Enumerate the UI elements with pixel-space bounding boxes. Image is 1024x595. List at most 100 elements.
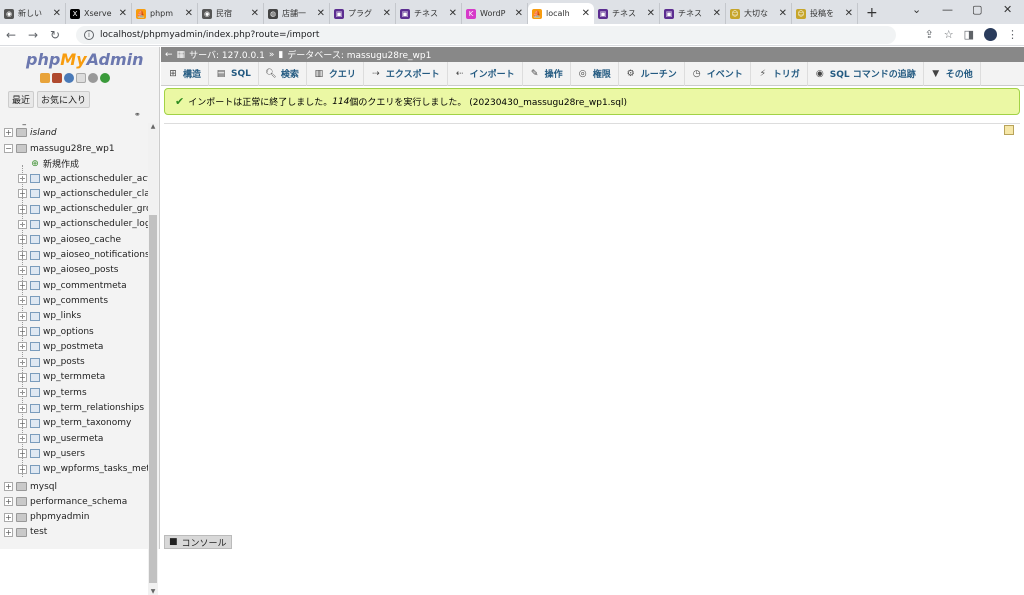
close-tab-icon[interactable]: ✕ bbox=[185, 8, 193, 19]
browser-tab[interactable]: ☺ 投稿を ✕ bbox=[792, 3, 858, 24]
forward-icon[interactable]: → bbox=[22, 28, 44, 42]
close-tab-icon[interactable]: ✕ bbox=[582, 8, 590, 19]
table-name[interactable]: wp_term_relationships bbox=[43, 403, 144, 413]
scrollbar-thumb[interactable] bbox=[149, 215, 157, 583]
tree-table[interactable]: + wp_actionscheduler_gro bbox=[18, 202, 148, 217]
close-window-icon[interactable]: ✕ bbox=[1003, 3, 1012, 16]
tree-table[interactable]: + wp_wpforms_tasks_met bbox=[18, 462, 148, 477]
settings-icon[interactable] bbox=[88, 73, 98, 83]
close-tab-icon[interactable]: ✕ bbox=[845, 8, 853, 19]
url-input[interactable]: i localhost/phpmyadmin/index.php?route=/… bbox=[76, 26, 896, 44]
expand-icon[interactable]: + bbox=[4, 497, 13, 507]
menu-tab[interactable]: ◎ 権限 bbox=[571, 61, 619, 86]
database-name[interactable]: performance_schema bbox=[30, 497, 127, 507]
help-icon[interactable] bbox=[64, 73, 74, 83]
bookmark-star-icon[interactable]: ☆ bbox=[944, 28, 954, 41]
breadcrumb-database[interactable]: データベース: massugu28re_wp1 bbox=[287, 48, 431, 61]
close-tab-icon[interactable]: ✕ bbox=[779, 8, 787, 19]
link-icon[interactable]: ⚭ bbox=[134, 110, 141, 119]
table-name[interactable]: wp_postmeta bbox=[43, 342, 103, 352]
expand-icon[interactable]: + bbox=[4, 512, 13, 522]
tab-search-icon[interactable]: ⌄ bbox=[912, 3, 921, 16]
table-name[interactable]: wp_commentmeta bbox=[43, 281, 127, 291]
tree-table[interactable]: + wp_term_relationships bbox=[18, 401, 144, 416]
new-table-label[interactable]: 新規作成 bbox=[43, 157, 79, 170]
browser-tab[interactable]: ▣ プラグ ✕ bbox=[330, 3, 396, 24]
browser-tab[interactable]: ⛵ phpm ✕ bbox=[132, 3, 198, 24]
table-name[interactable]: wp_usermeta bbox=[43, 434, 103, 444]
table-name[interactable]: wp_wpforms_tasks_met bbox=[43, 464, 148, 474]
tree-database[interactable]: + test bbox=[4, 525, 47, 540]
menu-tab[interactable]: ▤ SQL bbox=[209, 61, 259, 86]
docs-icon[interactable] bbox=[76, 73, 86, 83]
breadcrumb-server[interactable]: サーバ: 127.0.0.1 bbox=[189, 48, 265, 61]
menu-tab[interactable]: 🔍︎ 検索 bbox=[259, 61, 307, 86]
page-settings-icon[interactable] bbox=[1004, 125, 1014, 135]
close-tab-icon[interactable]: ✕ bbox=[383, 8, 391, 19]
close-tab-icon[interactable]: ✕ bbox=[515, 8, 523, 19]
tree-table[interactable]: + wp_posts bbox=[18, 355, 85, 370]
menu-tab[interactable]: ✎ 操作 bbox=[523, 61, 571, 86]
table-name[interactable]: wp_aioseo_notifications bbox=[43, 250, 148, 260]
home-icon[interactable] bbox=[40, 73, 50, 83]
table-name[interactable]: wp_options bbox=[43, 327, 94, 337]
table-name[interactable]: wp_aioseo_posts bbox=[43, 265, 118, 275]
menu-tab[interactable]: ▥ クエリ bbox=[307, 61, 364, 86]
close-tab-icon[interactable]: ✕ bbox=[119, 8, 127, 19]
tree-table[interactable]: + wp_aioseo_cache bbox=[18, 232, 121, 247]
collapse-arrow-icon[interactable]: ← bbox=[165, 50, 173, 60]
expand-icon[interactable]: + bbox=[4, 128, 13, 137]
database-name[interactable]: massugu28re_wp1 bbox=[30, 144, 115, 154]
menu-tab[interactable]: ◉ SQL コマンドの追跡 bbox=[808, 61, 924, 86]
menu-tab[interactable]: ⊞ 構造 bbox=[161, 61, 210, 86]
side-panel-icon[interactable]: ◨ bbox=[964, 28, 974, 41]
menu-tab[interactable]: ⇠ インポート bbox=[448, 61, 523, 86]
browser-tab[interactable]: X Xserve ✕ bbox=[66, 3, 132, 24]
browser-tab[interactable]: ◉ 新しい ✕ bbox=[0, 3, 66, 24]
maximize-icon[interactable]: ▢ bbox=[972, 3, 982, 16]
close-tab-icon[interactable]: ✕ bbox=[647, 8, 655, 19]
table-name[interactable]: wp_actionscheduler_log bbox=[43, 219, 148, 229]
database-name[interactable]: island bbox=[30, 128, 57, 138]
browser-tab[interactable]: K WordP ✕ bbox=[462, 3, 528, 24]
tree-table[interactable]: + wp_terms bbox=[18, 385, 87, 400]
tree-table[interactable]: + wp_commentmeta bbox=[18, 278, 127, 293]
close-tab-icon[interactable]: ✕ bbox=[317, 8, 325, 19]
expand-icon[interactable]: + bbox=[4, 527, 13, 537]
share-icon[interactable]: ⇪ bbox=[925, 28, 934, 41]
browser-tab[interactable]: ◉ 民宿 ✕ bbox=[198, 3, 264, 24]
database-name[interactable]: test bbox=[30, 527, 47, 537]
table-name[interactable]: wp_aioseo_cache bbox=[43, 235, 121, 245]
minimize-icon[interactable]: — bbox=[942, 3, 953, 16]
table-name[interactable]: wp_actionscheduler_gro bbox=[43, 204, 148, 214]
tree-table[interactable]: + wp_aioseo_posts bbox=[18, 263, 118, 278]
recent-tab[interactable]: 最近 bbox=[8, 91, 35, 108]
tree-database[interactable]: + island bbox=[4, 125, 57, 140]
table-name[interactable]: wp_term_taxonomy bbox=[43, 418, 131, 428]
menu-tab[interactable]: ▼ その他 bbox=[924, 61, 981, 86]
site-info-icon[interactable]: i bbox=[84, 30, 94, 40]
collapse-icon[interactable]: − bbox=[4, 144, 13, 153]
menu-tab[interactable]: ⚡ トリガ bbox=[751, 61, 808, 86]
new-tab-button[interactable]: + bbox=[858, 3, 886, 24]
favorites-tab[interactable]: お気に入り bbox=[37, 91, 91, 108]
console-toggle[interactable]: ■ コンソール bbox=[164, 535, 232, 549]
tree-database[interactable]: + performance_schema bbox=[4, 494, 127, 509]
tree-table[interactable]: + wp_termmeta bbox=[18, 370, 105, 385]
browser-tab[interactable]: ▣ チネス ✕ bbox=[396, 3, 462, 24]
table-name[interactable]: wp_users bbox=[43, 449, 85, 459]
close-tab-icon[interactable]: ✕ bbox=[251, 8, 259, 19]
nav-scrollbar[interactable]: ▲ ▼ bbox=[148, 123, 158, 595]
close-tab-icon[interactable]: ✕ bbox=[53, 8, 61, 19]
menu-tab[interactable]: ⇢ エクスポート bbox=[364, 61, 448, 86]
browser-tab[interactable]: ⛵ localh ✕ bbox=[528, 3, 594, 24]
tree-table[interactable]: + wp_comments bbox=[18, 293, 108, 308]
tree-table[interactable]: + wp_actionscheduler_act bbox=[18, 171, 148, 186]
tree-database[interactable]: + phpmyadmin bbox=[4, 510, 89, 525]
close-tab-icon[interactable]: ✕ bbox=[449, 8, 457, 19]
back-icon[interactable]: ← bbox=[0, 28, 22, 42]
menu-tab[interactable]: ⚙ ルーチン bbox=[619, 61, 685, 86]
reload-icon[interactable]: ↻ bbox=[44, 28, 66, 42]
table-name[interactable]: wp_actionscheduler_act bbox=[43, 174, 148, 184]
tree-database[interactable]: + mysql bbox=[4, 479, 57, 494]
